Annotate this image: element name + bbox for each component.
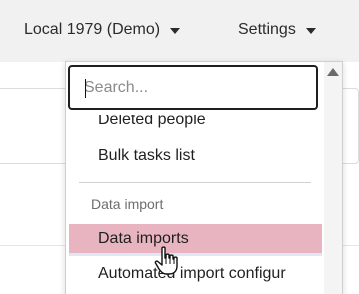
settings-menu-button[interactable]: Settings — [238, 18, 316, 42]
scroll-up-arrow-icon[interactable] — [327, 68, 339, 76]
menu-item-bulk-tasks-list[interactable]: Bulk tasks list — [98, 147, 195, 165]
search-input[interactable] — [84, 78, 304, 97]
chevron-down-icon — [305, 28, 316, 34]
menu-divider — [79, 182, 311, 183]
settings-dropdown-menu: Deleted people Bulk tasks list Data impo… — [65, 61, 343, 294]
local-label: Local 1979 (Demo) — [24, 21, 161, 38]
top-navigation-bar: Local 1979 (Demo) Settings — [0, 0, 359, 62]
dropdown-scrollbar[interactable] — [324, 62, 342, 294]
text-cursor — [85, 79, 86, 98]
menu-item-deleted-people[interactable]: Deleted people — [98, 115, 206, 129]
menu-item-automated-import-configuration[interactable]: Automated import configur — [98, 265, 286, 283]
hand-pointer-cursor-icon — [154, 246, 178, 275]
chevron-down-icon — [170, 28, 181, 34]
section-title-data-import: Data import — [91, 196, 164, 212]
search-box[interactable] — [68, 65, 318, 110]
settings-label: Settings — [238, 21, 296, 38]
local-selector[interactable]: Local 1979 (Demo) — [24, 18, 181, 42]
